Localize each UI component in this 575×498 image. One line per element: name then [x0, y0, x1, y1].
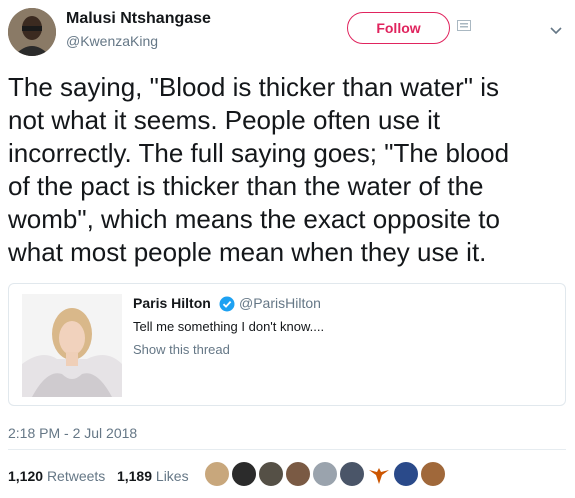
- divider: [8, 449, 566, 450]
- author-handle[interactable]: @KwenzaKing: [66, 33, 158, 49]
- follow-button-label: Follow: [376, 20, 421, 36]
- chevron-down-icon[interactable]: [549, 26, 563, 36]
- verified-badge-icon: [219, 296, 235, 312]
- show-thread-link[interactable]: Show this thread: [133, 342, 230, 357]
- likes-stat[interactable]: 1,189 Likes: [117, 468, 189, 484]
- liker-avatar[interactable]: [284, 460, 312, 488]
- tweet-stats: 1,120 Retweets 1,189 Likes: [8, 468, 189, 484]
- follow-button[interactable]: Follow: [347, 12, 450, 44]
- liker-avatar[interactable]: [311, 460, 339, 488]
- quoted-tweet-image: [22, 294, 122, 397]
- quoted-author-name[interactable]: Paris Hilton: [133, 295, 211, 311]
- liker-avatar[interactable]: [419, 460, 447, 488]
- retweets-stat[interactable]: 1,120 Retweets: [8, 468, 105, 484]
- likes-label: Likes: [155, 468, 189, 484]
- liker-avatar[interactable]: [257, 460, 285, 488]
- author-avatar[interactable]: [8, 8, 56, 56]
- liker-avatar[interactable]: [392, 460, 420, 488]
- likes-count: 1,189: [116, 468, 153, 484]
- quoted-tweet-text: Tell me something I don't know....: [133, 319, 325, 334]
- tweet-text: The saying, "Blood is thicker than water…: [8, 72, 510, 267]
- liker-avatar[interactable]: [230, 460, 258, 488]
- retweets-label: Retweets: [46, 468, 106, 484]
- follow-add-icon[interactable]: [457, 20, 471, 31]
- retweets-count: 1,120: [8, 468, 44, 484]
- quoted-tweet-card[interactable]: Paris Hilton @ParisHilton Tell me someth…: [8, 283, 566, 406]
- liker-avatar[interactable]: [338, 460, 366, 488]
- author-name[interactable]: Malusi Ntshangase: [66, 10, 211, 28]
- quoted-author-handle[interactable]: @ParisHilton: [239, 295, 321, 311]
- liker-avatar[interactable]: [365, 460, 393, 488]
- liker-avatar[interactable]: [203, 460, 231, 488]
- tweet-timestamp[interactable]: 2:18 PM - 2 Jul 2018: [8, 425, 137, 441]
